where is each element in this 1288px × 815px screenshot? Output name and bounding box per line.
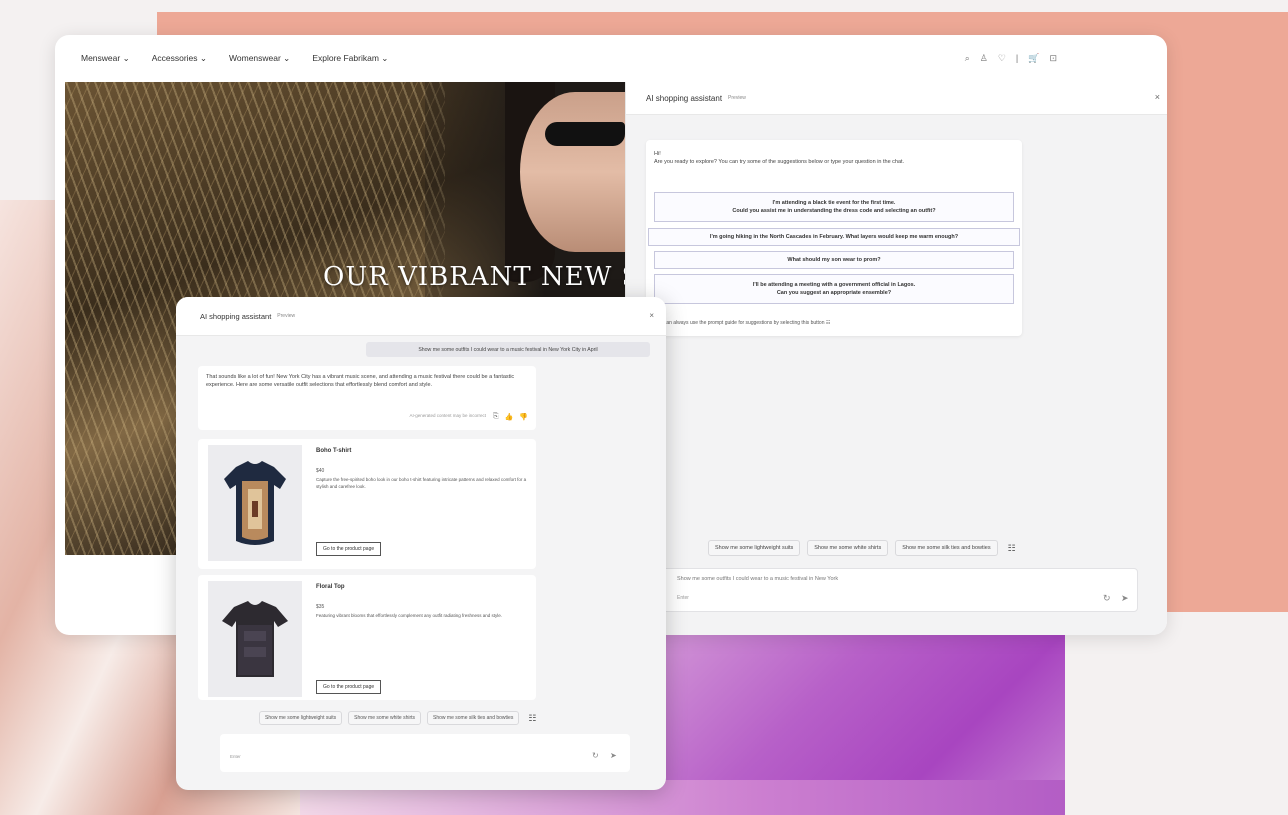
welcome-body: Are you ready to explore? You can try so… — [654, 159, 905, 165]
prompt-guide-button-icon[interactable]: ☷ — [528, 713, 536, 724]
product-description: Capture the free-spirited boho look in o… — [316, 477, 527, 489]
account-icon[interactable]: ♙ — [980, 53, 988, 64]
nav-icons: ⌕ ♙ ♡ | 🛒 ⊡ — [965, 53, 1057, 64]
assistant-message-text: That sounds like a lot of fun! New York … — [206, 374, 515, 388]
product-title: Boho T-shirt — [316, 448, 352, 454]
product-card-floral-top: Floral Top $35 Featuring vibrant blooms … — [198, 575, 536, 700]
chat-input-value: Show me some outfits I could wear to a m… — [677, 576, 839, 582]
refresh-icon[interactable]: ↻ — [592, 751, 599, 760]
top-navigation: Menswear ⌄ Accessories ⌄ Womenswear ⌄ Ex… — [55, 35, 1167, 81]
search-icon[interactable]: ⌕ — [965, 53, 970, 64]
blouse-icon — [222, 601, 288, 677]
product-card-boho-tshirt: Boho T-shirt $40 Capture the free-spirit… — [198, 439, 536, 569]
chat-suggestion-chips: Show me some lightweight suits Show me s… — [259, 711, 536, 725]
chip-silk-ties[interactable]: Show me some silk ties and bowties — [895, 540, 998, 556]
product-description: Featuring vibrant blooms that effortless… — [316, 613, 503, 618]
cart-icon[interactable]: 🛒 — [1028, 53, 1039, 64]
tshirt-icon — [224, 461, 286, 545]
assistant-panel-header: AI shopping assistant Preview × — [626, 82, 1167, 115]
hero-title: OUR VIBRANT NEW S — [323, 262, 625, 292]
product-price: $40 — [316, 468, 325, 474]
assistant-panel: AI shopping assistant Preview × Hi! Are … — [625, 82, 1167, 635]
nav-item-accessories[interactable]: Accessories ⌄ — [152, 53, 207, 64]
chip-white-shirts[interactable]: Show me some white shirts — [348, 711, 422, 725]
chat-window-header: AI shopping assistant Preview × — [176, 297, 666, 336]
bag-icon[interactable]: ⊡ — [1049, 53, 1057, 64]
chip-lightweight-suits[interactable]: Show me some lightweight suits — [708, 540, 801, 556]
nav-menu: Menswear ⌄ Accessories ⌄ Womenswear ⌄ Ex… — [55, 53, 388, 64]
chat-preview-badge: Preview — [277, 313, 296, 319]
chip-lightweight-suits[interactable]: Show me some lightweight suits — [259, 711, 343, 725]
product-image-boho-tshirt[interactable] — [208, 445, 302, 561]
suggestion-chips: Show me some lightweight suits Show me s… — [708, 540, 1016, 556]
chat-window-title: AI shopping assistant — [200, 311, 272, 321]
thumbs-down-icon[interactable]: 👎 — [519, 413, 528, 421]
welcome-greeting: Hi! — [654, 151, 661, 157]
copy-icon[interactable]: ⎘ — [493, 413, 499, 421]
message-reactions: ⎘ 👍 👎 — [493, 413, 528, 421]
nav-item-menswear[interactable]: Menswear ⌄ — [81, 53, 130, 64]
suggestion-black-tie[interactable]: I'm attending a black tie event for the … — [654, 192, 1014, 222]
chip-white-shirts[interactable]: Show me some white shirts — [807, 540, 889, 556]
assistant-chat-window: AI shopping assistant Preview × Show me … — [176, 297, 666, 790]
product-title: Floral Top — [316, 584, 345, 590]
thumbs-up-icon[interactable]: 👍 — [505, 413, 514, 421]
preview-badge: Preview — [728, 95, 746, 101]
nav-item-explore[interactable]: Explore Fabrikam ⌄ — [312, 53, 388, 64]
user-message: Show me some outfits I could wear to a m… — [366, 342, 650, 357]
prompt-guide-icon: ☷ — [825, 320, 831, 326]
close-icon[interactable]: × — [649, 311, 654, 320]
assistant-title: AI shopping assistant — [646, 93, 723, 103]
wishlist-icon[interactable]: ♡ — [998, 53, 1006, 64]
welcome-message: Hi! Are you ready to explore? You can tr… — [646, 140, 1022, 336]
product-image-floral-top[interactable] — [208, 581, 302, 697]
product-page-button[interactable]: Go to the product page — [316, 680, 382, 694]
hero-model-face — [520, 92, 625, 252]
prompt-guide-note: You can always use the prompt guide for … — [654, 320, 831, 326]
sunglasses-icon — [545, 122, 625, 146]
chat-window-input-placeholder: Enter — [230, 754, 241, 759]
close-icon[interactable]: × — [1155, 92, 1160, 102]
product-price: $35 — [316, 604, 325, 610]
nav-item-womenswear[interactable]: Womenswear ⌄ — [229, 53, 290, 64]
chip-silk-ties[interactable]: Show me some silk ties and bowties — [427, 711, 520, 725]
nav-divider: | — [1015, 53, 1019, 63]
refresh-icon[interactable]: ↻ — [1103, 593, 1111, 604]
prompt-guide-button-icon[interactable]: ☷ — [1008, 543, 1016, 554]
suggestion-lagos[interactable]: I'll be attending a meeting with a gover… — [654, 274, 1014, 304]
send-icon[interactable]: ➤ — [1121, 593, 1129, 604]
assistant-message: That sounds like a lot of fun! New York … — [198, 366, 536, 430]
suggestion-prom[interactable]: What should my son wear to prom? — [654, 251, 1014, 269]
suggestion-hiking[interactable]: I'm going hiking in the North Cascades i… — [648, 228, 1020, 246]
ai-disclaimer: AI-generated content may be incorrect — [409, 413, 486, 418]
chat-window-input[interactable]: Enter ↻ ➤ — [220, 734, 630, 772]
send-icon[interactable]: ➤ — [610, 751, 617, 760]
chat-input[interactable]: Show me some outfits I could wear to a m… — [646, 568, 1138, 612]
chat-input-placeholder: Enter — [677, 595, 689, 601]
product-page-button[interactable]: Go to the product page — [316, 542, 382, 556]
